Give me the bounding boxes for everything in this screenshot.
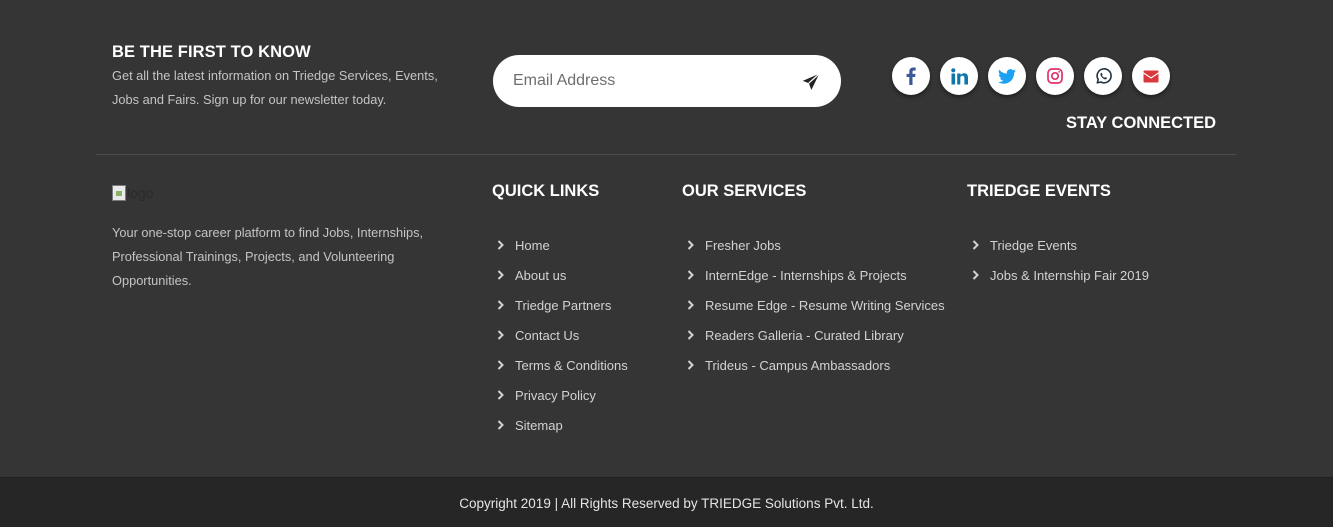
quick-link-contact-us[interactable]: Contact Us: [492, 320, 628, 350]
broken-image-icon: [112, 185, 126, 201]
copyright-bar: Copyright 2019 | All Rights Reserved by …: [0, 477, 1333, 527]
chevron-right-icon: [497, 300, 505, 310]
copyright-text: Copyright 2019 | All Rights Reserved by …: [459, 496, 874, 511]
newsletter-title: BE THE FIRST TO KNOW: [112, 43, 311, 61]
chevron-right-icon: [497, 330, 505, 340]
service-link-resume-edge[interactable]: Resume Edge - Resume Writing Services: [682, 290, 945, 320]
linkedin-icon: [950, 67, 968, 84]
quick-link-label: Triedge Partners: [515, 297, 612, 313]
service-link-readers-galleria[interactable]: Readers Galleria - Curated Library: [682, 320, 945, 350]
service-link-trideus[interactable]: Trideus - Campus Ambassadors: [682, 350, 945, 380]
chevron-right-icon: [687, 270, 695, 280]
service-link-label: Readers Galleria - Curated Library: [705, 327, 904, 343]
event-link-jobs-fair[interactable]: Jobs & Internship Fair 2019: [967, 260, 1149, 290]
whatsapp-icon: [1095, 67, 1112, 84]
about-text: Your one-stop career platform to find Jo…: [112, 225, 424, 288]
chevron-right-icon: [972, 240, 980, 250]
chevron-right-icon: [687, 360, 695, 370]
chevron-right-icon: [687, 330, 695, 340]
quick-link-triedge-partners[interactable]: Triedge Partners: [492, 290, 628, 320]
instagram-icon: [1047, 68, 1063, 84]
chevron-right-icon: [687, 300, 695, 310]
twitter-icon: [998, 68, 1016, 84]
service-link-label: InternEdge - Internships & Projects: [705, 267, 907, 283]
paper-plane-icon: [802, 73, 820, 90]
quick-link-terms[interactable]: Terms & Conditions: [492, 350, 628, 380]
mail-icon: [1143, 70, 1159, 82]
divider: [96, 154, 1236, 155]
whatsapp-link[interactable]: [1084, 57, 1122, 95]
event-link-label: Triedge Events: [990, 237, 1077, 253]
chevron-right-icon: [972, 270, 980, 280]
linkedin-link[interactable]: [940, 57, 978, 95]
facebook-icon: [906, 67, 916, 85]
quick-link-sitemap[interactable]: Sitemap: [492, 410, 628, 440]
event-link-triedge-events[interactable]: Triedge Events: [967, 230, 1149, 260]
quick-link-label: Home: [515, 237, 550, 253]
quick-link-privacy[interactable]: Privacy Policy: [492, 380, 628, 410]
service-link-label: Fresher Jobs: [705, 237, 781, 253]
service-link-fresher-jobs[interactable]: Fresher Jobs: [682, 230, 945, 260]
quick-link-label: Sitemap: [515, 417, 563, 433]
instagram-link[interactable]: [1036, 57, 1074, 95]
chevron-right-icon: [497, 270, 505, 280]
mail-link[interactable]: [1132, 57, 1170, 95]
services-title: OUR SERVICES: [682, 182, 807, 200]
services-list: Fresher Jobs InternEdge - Internships & …: [682, 230, 945, 380]
quick-links-list: Home About us Triedge Partners Contact U…: [492, 230, 628, 440]
quick-link-about-us[interactable]: About us: [492, 260, 628, 290]
service-link-label: Resume Edge - Resume Writing Services: [705, 297, 945, 313]
quick-link-label: Terms & Conditions: [515, 357, 628, 373]
newsletter-form: [493, 55, 841, 107]
send-button[interactable]: [798, 69, 824, 95]
email-input[interactable]: [513, 69, 783, 93]
service-link-internedge[interactable]: InternEdge - Internships & Projects: [682, 260, 945, 290]
quick-link-label: Privacy Policy: [515, 387, 596, 403]
social-icons: [892, 57, 1170, 95]
twitter-link[interactable]: [988, 57, 1026, 95]
events-list: Triedge Events Jobs & Internship Fair 20…: [967, 230, 1149, 290]
quick-links-title: QUICK LINKS: [492, 182, 600, 200]
newsletter-description: Get all the latest information on Triedg…: [112, 68, 438, 107]
service-link-label: Trideus - Campus Ambassadors: [705, 357, 891, 373]
quick-link-label: About us: [515, 267, 567, 283]
logo[interactable]: logo: [112, 183, 174, 203]
logo-alt-text: logo: [127, 185, 154, 201]
chevron-right-icon: [497, 360, 505, 370]
event-link-label: Jobs & Internship Fair 2019: [990, 267, 1149, 283]
stay-connected-heading: STAY CONNECTED: [1066, 114, 1217, 132]
quick-link-home[interactable]: Home: [492, 230, 628, 260]
chevron-right-icon: [497, 240, 505, 250]
chevron-right-icon: [497, 420, 505, 430]
chevron-right-icon: [687, 240, 695, 250]
quick-link-label: Contact Us: [515, 327, 580, 343]
events-title: TRIEDGE EVENTS: [967, 182, 1111, 200]
facebook-link[interactable]: [892, 57, 930, 95]
chevron-right-icon: [497, 390, 505, 400]
